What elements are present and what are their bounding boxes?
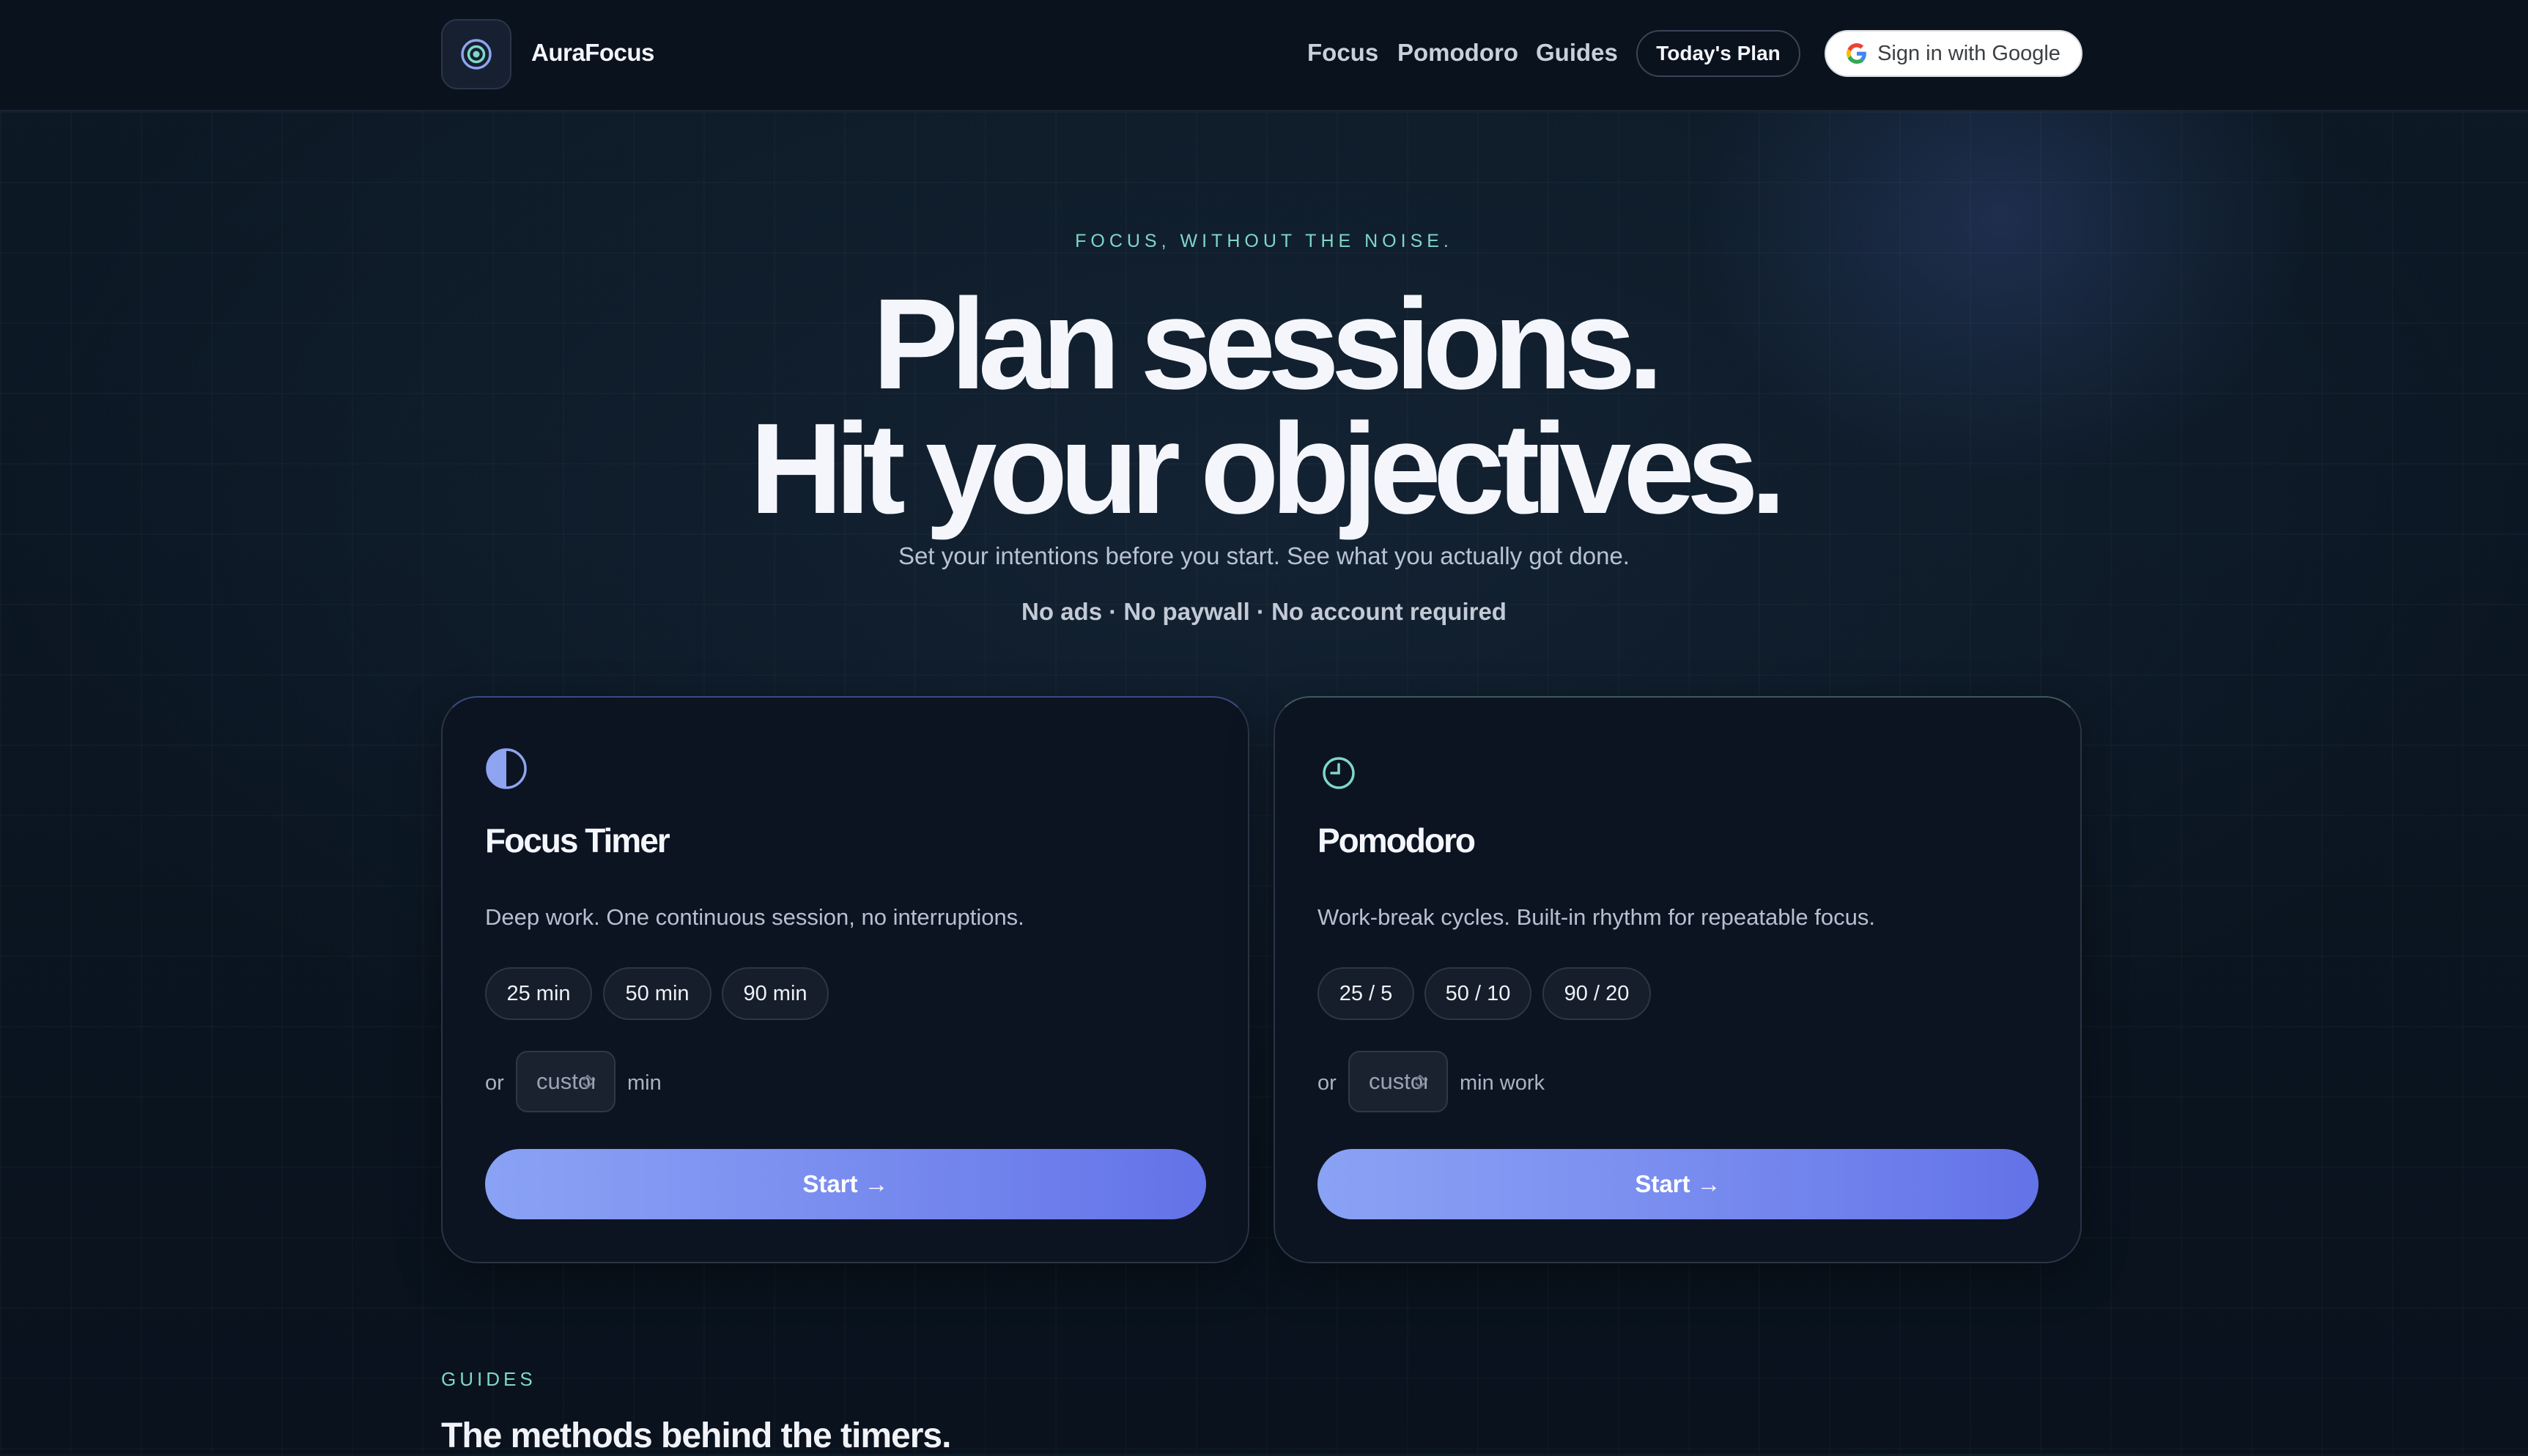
focus-timer-card: Focus Timer Deep work. One continuous se… bbox=[441, 696, 1249, 1263]
unit-label: min work bbox=[1460, 1071, 1545, 1095]
nav-link-focus[interactable]: Focus bbox=[1307, 39, 1378, 67]
card-description: Deep work. One continuous session, no in… bbox=[485, 904, 1024, 930]
preset-label: 50 min bbox=[625, 981, 690, 1005]
nav-link-guides[interactable]: Guides bbox=[1536, 39, 1618, 67]
hero-subtitle: Set your intentions before you start. Se… bbox=[898, 542, 1630, 569]
top-nav-bar: AuraFocus Focus Pomodoro Guides Today's … bbox=[0, 0, 2528, 111]
google-sign-in-label: Sign in with Google bbox=[1877, 41, 2061, 65]
preset-90-20-button[interactable]: 90 / 20 bbox=[1542, 967, 1651, 1020]
clock-icon bbox=[1323, 757, 1355, 789]
half-circle-icon bbox=[486, 748, 527, 789]
pomodoro-start-button[interactable]: Start → bbox=[1317, 1149, 2039, 1219]
or-label: or bbox=[1317, 1071, 1337, 1095]
card-description: Work-break cycles. Built-in rhythm for r… bbox=[1317, 904, 1875, 930]
brand-name[interactable]: AuraFocus bbox=[531, 39, 654, 67]
card-title: Pomodoro bbox=[1317, 821, 1476, 860]
card-title: Focus Timer bbox=[485, 821, 670, 860]
preset-25-min-button[interactable]: 25 min bbox=[485, 967, 592, 1020]
unit-label: min bbox=[627, 1071, 662, 1095]
google-icon bbox=[1847, 43, 1866, 64]
custom-work-minutes-input[interactable] bbox=[1348, 1051, 1448, 1112]
preset-label: 90 min bbox=[743, 981, 807, 1005]
preset-90-min-button[interactable]: 90 min bbox=[722, 967, 829, 1020]
todays-plan-label: Today's Plan bbox=[1656, 42, 1781, 64]
start-label: Start → bbox=[802, 1170, 889, 1197]
preset-25-5-button[interactable]: 25 / 5 bbox=[1317, 967, 1414, 1020]
logo-icon[interactable] bbox=[441, 19, 511, 89]
preset-label: 25 min bbox=[506, 981, 571, 1005]
nav-link-pomodoro[interactable]: Pomodoro bbox=[1397, 39, 1518, 67]
preset-label: 90 / 20 bbox=[1564, 981, 1630, 1005]
pomodoro-card: Pomodoro Work-break cycles. Built-in rhy… bbox=[1274, 696, 2082, 1263]
focus-start-button[interactable]: Start → bbox=[485, 1149, 1206, 1219]
preset-50-10-button[interactable]: 50 / 10 bbox=[1424, 967, 1531, 1020]
guides-title: The methods behind the timers. bbox=[441, 1416, 951, 1455]
or-label: or bbox=[485, 1071, 504, 1095]
preset-label: 50 / 10 bbox=[1445, 981, 1511, 1005]
google-sign-in-button[interactable]: Sign in with Google bbox=[1825, 30, 2082, 77]
guides-eyebrow: GUIDES bbox=[441, 1368, 536, 1390]
hero-title-line-2: Hit your objectives. bbox=[750, 397, 1786, 541]
hero-eyebrow: FOCUS, WITHOUT THE NOISE. bbox=[1075, 231, 1453, 251]
preset-50-min-button[interactable]: 50 min bbox=[603, 967, 712, 1020]
hero-title-line-1: Plan sessions. bbox=[872, 273, 1664, 416]
hero-badges: No ads · No paywall · No account require… bbox=[1021, 598, 1507, 625]
preset-label: 25 / 5 bbox=[1339, 981, 1393, 1005]
todays-plan-button[interactable]: Today's Plan bbox=[1636, 30, 1800, 77]
custom-minutes-input[interactable] bbox=[516, 1051, 616, 1112]
start-label: Start → bbox=[1635, 1170, 1721, 1197]
